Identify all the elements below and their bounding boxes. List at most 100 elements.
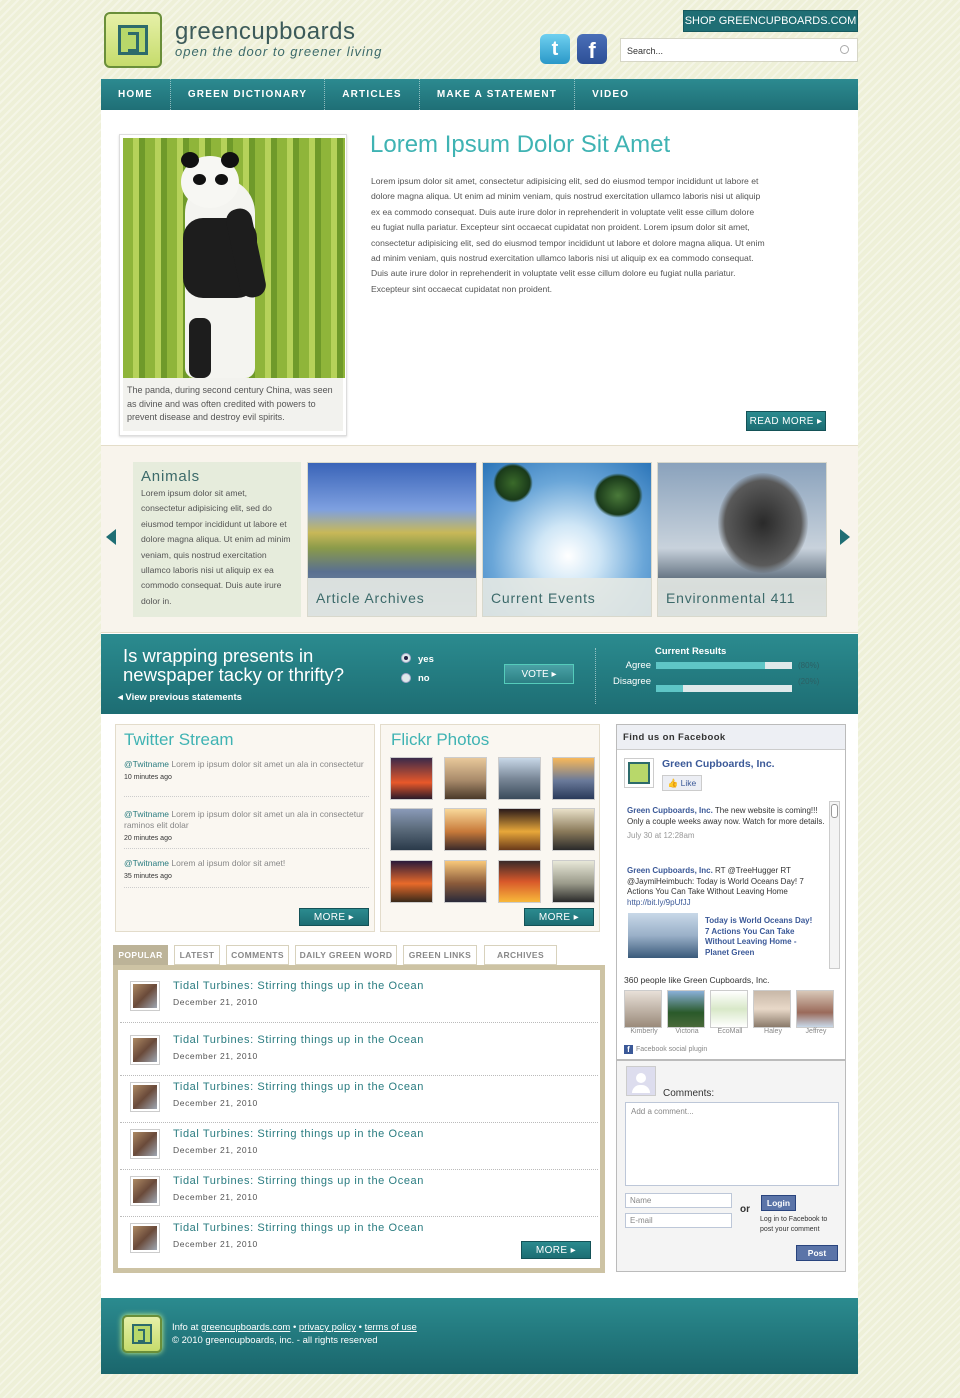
fb-like-button[interactable]: 👍 Like [662,775,702,791]
comments-label: Comments: [663,1088,715,1099]
hero-title[interactable]: Lorem Ipsum Dolor Sit Amet [370,131,670,159]
facebook-icon[interactable]: f [577,34,607,64]
carousel-tile-animals[interactable]: Animals Lorem ipsum dolor sit amet, cons… [133,462,301,617]
result-label-agree: Agree [625,660,651,671]
nav-home[interactable]: HOME [101,79,171,110]
footer-logo[interactable] [122,1315,162,1353]
fb-post[interactable]: Green Cupboards, Inc. RT @TreeHugger RT … [627,866,825,908]
flickr-thumb[interactable] [552,808,595,852]
shop-button[interactable]: SHOP GREENCUPBOARDS.COM [683,10,858,32]
flickr-thumb[interactable] [498,808,541,852]
fan-avatar[interactable]: EcoMall [710,990,750,1035]
list-item[interactable]: Tidal Turbines: Stirring things up in th… [120,975,598,1023]
tweet-item[interactable]: @Twitname Lorem ip ipsum dolor sit amet … [124,809,369,849]
fb-page-logo[interactable] [624,758,654,788]
option-no-label: no [418,673,430,684]
animals-text: Lorem ipsum dolor sit amet, consectetur … [141,488,291,606]
radio-yes[interactable] [401,653,411,663]
search-icon[interactable] [840,45,849,54]
nav-make-a-statement[interactable]: MAKE A STATEMENT [420,79,576,110]
tab-comments[interactable]: COMMENTS [226,945,289,965]
carousel-next-icon[interactable] [840,529,850,545]
result-fill-agree [656,662,765,669]
animals-title: Animals [141,468,200,485]
tweet-item[interactable]: @Twitname Lorem ip ipsum dolor sit amet … [124,759,369,797]
tab-daily-green-word[interactable]: DAILY GREEN WORD [295,945,397,965]
read-more-button[interactable]: READ MORE ▸ [746,411,826,431]
fb-page-name[interactable]: Green Cupboards, Inc. [662,758,775,770]
list-item[interactable]: Tidal Turbines: Stirring things up in th… [120,1170,598,1217]
carousel-tile-current-events[interactable]: Current Events [482,462,652,617]
fan-avatar[interactable]: Haley [753,990,793,1035]
nav-articles[interactable]: ARTICLES [325,79,420,110]
flickr-thumb[interactable] [390,808,433,852]
terms-link[interactable]: terms of use [365,1322,417,1333]
flickr-thumb[interactable] [390,859,433,903]
comment-textarea[interactable]: Add a comment... [625,1102,839,1186]
fan-avatar[interactable]: Jeffrey [796,990,836,1035]
nav-video[interactable]: VIDEO [575,79,646,110]
twitter-icon[interactable]: t [540,34,570,64]
fb-post[interactable]: Green Cupboards, Inc. The new website is… [627,806,825,842]
flickr-grid [390,757,595,903]
radio-no[interactable] [401,673,411,683]
carousel-tile-article-archives[interactable]: Article Archives [307,462,477,617]
facebook-head: Find us on Facebook [617,725,845,750]
tab-archives[interactable]: ARCHIVES [484,945,557,965]
carousel-prev-icon[interactable] [106,529,116,545]
carousel-tile-environmental-411[interactable]: Environmental 411 [657,462,827,617]
fb-post-card-title[interactable]: Today is World Oceans Day! 7 Actions You… [705,916,813,958]
article-thumb [130,1223,160,1253]
poll-divider [595,648,596,704]
tile-label: Environmental 411 [658,578,826,616]
login-button[interactable]: Login [761,1195,796,1211]
hero-text: Lorem ipsum dolor sit amet, consectetur … [371,176,765,294]
footer-email-link[interactable]: greencupboards.com [201,1322,290,1333]
cupboard-icon [118,25,148,55]
fb-post-image[interactable] [628,913,698,958]
or-label: or [740,1204,750,1215]
flickr-thumb[interactable] [552,757,595,800]
tab-popular[interactable]: POPULAR [113,945,168,965]
search-placeholder: Search... [627,46,664,56]
twitter-more-button[interactable]: MORE ▸ [299,908,369,926]
result-label-disagree: Disagree [612,676,651,687]
flickr-thumb[interactable] [498,757,541,800]
result-bar-agree [656,662,792,669]
flickr-thumb[interactable] [444,757,487,800]
site-logo[interactable] [104,12,162,68]
tile-label: Current Events [483,578,651,616]
hero-image-card: The panda, during second century China, … [119,134,347,436]
flickr-thumb[interactable] [390,757,433,800]
fan-avatar[interactable]: Kimberly [624,990,664,1035]
flickr-thumb[interactable] [444,859,487,903]
list-item[interactable]: Tidal Turbines: Stirring things up in th… [120,1123,598,1170]
nav-green-dictionary[interactable]: GREEN DICTIONARY [171,79,326,110]
flickr-thumb[interactable] [552,859,595,903]
fan-avatar[interactable]: Victoria [667,990,707,1035]
name-input[interactable]: Name [625,1193,732,1208]
tweet-item[interactable]: @Twitname Lorem al ipsum dolor sit amet!… [124,858,369,888]
copyright: © 2010 greencupboards, inc. - all rights… [172,1335,378,1346]
flickr-thumb[interactable] [444,808,487,852]
articles-more-button[interactable]: MORE ▸ [521,1241,591,1259]
result-fill-disagree [656,685,684,692]
privacy-link[interactable]: privacy policy [299,1322,356,1333]
post-button[interactable]: Post [796,1245,838,1261]
vote-button[interactable]: VOTE ▸ [504,664,574,684]
flickr-more-button[interactable]: MORE ▸ [524,908,594,926]
previous-statements-link[interactable]: ◂ View previous statements [118,692,242,703]
tab-green-links[interactable]: GREEN LINKS [403,945,477,965]
panda-photo [123,138,345,378]
fb-likes-count: 360 people like Green Cupboards, Inc. [624,975,770,985]
fb-scrollbar[interactable] [829,801,840,969]
brand-name[interactable]: greencupboards [175,18,355,46]
list-item[interactable]: Tidal Turbines: Stirring things up in th… [120,1029,598,1076]
article-thumb [130,981,160,1011]
list-item[interactable]: Tidal Turbines: Stirring things up in th… [120,1076,598,1123]
email-input[interactable]: E-mail [625,1213,732,1228]
flickr-thumb[interactable] [498,859,541,903]
tab-latest[interactable]: LATEST [174,945,220,965]
result-pct-agree: (80%) [798,661,820,670]
search-input[interactable]: Search... [620,38,858,62]
